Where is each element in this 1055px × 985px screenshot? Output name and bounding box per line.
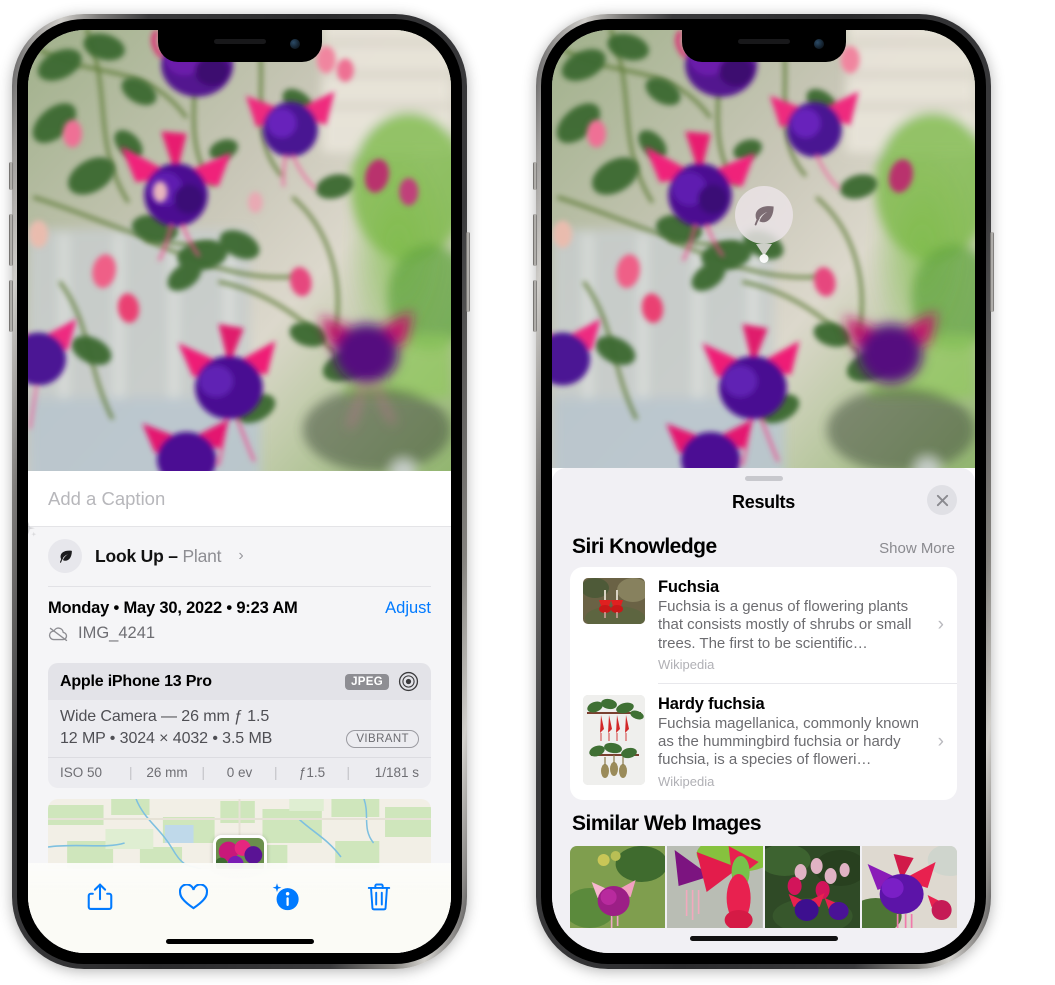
similar-web-images-header: Similar Web Images [552,800,975,844]
share-button[interactable] [77,877,123,917]
device-bezel: Add a Caption Look Up – Plant › Monday •… [17,19,462,964]
siri-knowledge-title: Siri Knowledge [572,535,717,558]
exif-aperture: ƒ1.5 [298,765,326,780]
knowledge-item-fuchsia[interactable]: Fuchsia Fuchsia is a genus of flowering … [570,567,957,683]
volume-down-button[interactable] [9,280,13,332]
camera-lens-text: Wide Camera — 26 mm ƒ 1.5 [60,708,270,725]
caption-input[interactable]: Add a Caption [28,471,451,527]
look-up-dash: – [163,545,183,566]
camera-info-card[interactable]: Apple iPhone 13 Pro JPEG Wide Camera — 2… [48,663,431,788]
home-indicator[interactable] [689,936,838,941]
knowledge-item-description: Fuchsia magellanica, commonly known as t… [658,714,919,769]
favorite-button[interactable] [170,877,216,917]
knowledge-thumbnail [583,578,645,624]
results-title: Results [732,491,795,512]
knowledge-thumbnail [583,694,645,785]
front-camera [289,39,300,49]
chevron-right-icon: › [937,613,944,635]
home-indicator[interactable] [165,939,314,944]
visual-lookup-leaf-badge[interactable] [734,186,793,244]
knowledge-item-source: Wikipedia [658,773,715,789]
iphone-right-device: Results Siri Knowledge Show More Fuchsia… [533,14,994,969]
camera-model-text: Apple iPhone 13 Pro [60,672,212,690]
web-image-tile[interactable] [861,845,957,928]
exif-focal-length: 26 mm [146,765,188,780]
device-notch [681,30,846,62]
camera-body: Wide Camera — 26 mm ƒ 1.5 12 MP • 3024 ×… [48,700,431,757]
adjust-button[interactable]: Adjust [385,599,431,618]
similar-web-images-title: Similar Web Images [572,811,762,835]
device-notch [157,30,322,62]
camera-header-right: JPEG [345,671,419,692]
silent-switch[interactable] [533,162,537,190]
lookup-section: Look Up – Plant › Monday • May 30, 2022 … [28,521,451,869]
web-image-tile[interactable] [667,845,763,928]
screenshot-stage: Add a Caption Look Up – Plant › Monday •… [0,0,1055,985]
photo-fuchsia-left[interactable] [28,30,451,471]
exif-exposure-value: 0 ev [226,765,253,780]
chevron-right-icon: › [238,547,244,564]
photo-date-text: Monday • May 30, 2022 • 9:23 AM [48,599,298,617]
knowledge-item-body: Fuchsia Fuchsia is a genus of flowering … [658,578,945,672]
right-screen: Results Siri Knowledge Show More Fuchsia… [552,30,975,953]
visual-lookup-anchor-dot [759,254,768,263]
knowledge-item-source: Wikipedia [658,656,715,672]
side-power-button[interactable] [466,232,470,312]
siri-knowledge-card: Fuchsia Fuchsia is a genus of flowering … [570,567,957,800]
caption-placeholder-text: Add a Caption [48,487,166,509]
knowledge-item-description: Fuchsia is a genus of flowering plants t… [658,598,912,652]
icloud-slash-icon [48,626,68,641]
show-more-button[interactable]: Show More [879,540,955,557]
look-up-label: Look Up – Plant [95,545,222,567]
knowledge-item-hardy-fuchsia[interactable]: Hardy fuchsia Fuchsia magellanica, commo… [570,684,957,800]
photographic-style-badge: VIBRANT [346,730,419,748]
look-up-plant-row[interactable]: Look Up – Plant › [28,521,451,586]
volume-down-button[interactable] [533,280,537,332]
exif-row: ISO 50 | 26 mm | 0 ev | ƒ1.5 | 1/181 s [48,757,431,788]
camera-resolution-row: 12 MP • 3024 × 4032 • 3.5 MB VIBRANT [60,730,419,748]
file-format-badge: JPEG [345,673,389,690]
chevron-right-icon: › [937,730,944,752]
close-button[interactable] [927,485,957,515]
results-sheet: Results Siri Knowledge Show More Fuchsia… [552,468,975,953]
sparkle-icon [28,521,37,537]
photo-metadata-block: Monday • May 30, 2022 • 9:23 AM Adjust I… [28,587,451,653]
knowledge-item-title: Hardy fuchsia [658,694,765,713]
knowledge-item-body: Hardy fuchsia Fuchsia magellanica, commo… [658,695,945,789]
look-up-subject: Plant [182,545,222,566]
photo-info-sheet: Add a Caption Look Up – Plant › Monday •… [28,471,451,953]
iphone-left-device: Add a Caption Look Up – Plant › Monday •… [9,14,470,969]
device-bezel: Results Siri Knowledge Show More Fuchsia… [541,19,986,964]
side-power-button[interactable] [990,232,994,312]
photo-filename-text: IMG_4241 [78,624,156,642]
metadata-file-row: IMG_4241 [48,624,431,643]
earpiece-speaker [213,39,266,44]
web-image-tile[interactable] [764,845,860,928]
delete-button[interactable] [356,877,402,917]
metadata-date-row: Monday • May 30, 2022 • 9:23 AM Adjust [48,599,431,618]
knowledge-item-title: Fuchsia [658,578,719,596]
camera-header: Apple iPhone 13 Pro JPEG [48,663,431,700]
info-button[interactable] [263,877,309,917]
camera-resolution-text: 12 MP • 3024 × 4032 • 3.5 MB [60,730,273,747]
volume-up-button[interactable] [9,214,13,266]
web-image-tile[interactable] [570,845,666,928]
similar-web-images-strip[interactable] [552,845,975,928]
leaf-icon [48,539,82,573]
leaf-icon [754,205,774,225]
silent-switch[interactable] [9,162,13,190]
earpiece-speaker [737,39,790,44]
results-header: Results [552,481,975,523]
exif-iso: ISO 50 [60,765,103,780]
look-up-text: Look Up [95,545,164,566]
volume-up-button[interactable] [533,214,537,266]
exif-shutter-speed: 1/181 s [374,765,419,780]
location-map[interactable] [48,799,431,869]
left-screen: Add a Caption Look Up – Plant › Monday •… [28,30,451,953]
siri-knowledge-header: Siri Knowledge Show More [552,523,975,567]
front-camera [813,39,824,49]
aperture-icon [398,671,419,692]
